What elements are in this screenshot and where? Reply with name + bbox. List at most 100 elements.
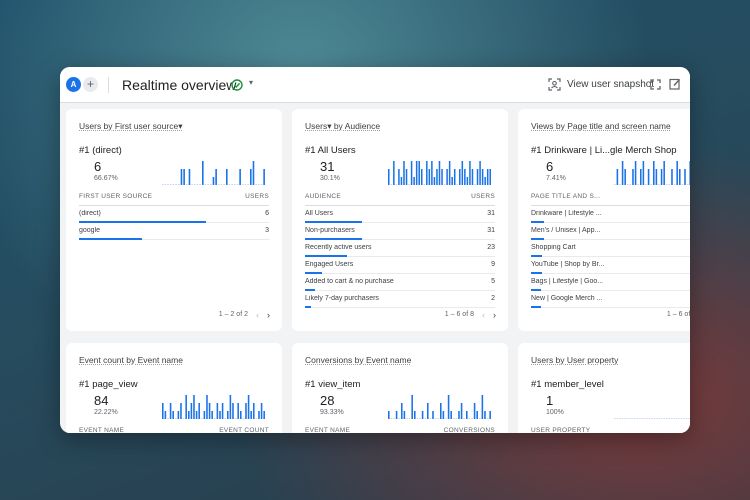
row-label: Engaged Users [305, 261, 354, 268]
sparkline-bar [229, 395, 232, 419]
sparkline-bar [680, 418, 683, 419]
column-header-metric[interactable]: USERS [471, 193, 495, 200]
chevron-down-icon[interactable]: ▾ [249, 78, 253, 87]
sparkline-bar [685, 418, 688, 419]
table-row[interactable]: Bags | Lifestyle | Goo...4 [531, 274, 690, 291]
sparkline-bar [239, 169, 241, 185]
check-circle-icon[interactable] [231, 79, 243, 91]
card-title[interactable]: Users by First user source▾ [79, 121, 182, 132]
chevron-left-icon[interactable]: ‹ [256, 310, 259, 320]
sparkline-bar [619, 184, 621, 185]
sparkline-bar [471, 418, 473, 419]
sparkline-bar [476, 411, 478, 419]
sparkline-bar [236, 184, 239, 185]
sparkline-bar [461, 161, 464, 185]
table-row[interactable]: Engaged Users 9 [305, 257, 495, 274]
sparkline-bar [681, 184, 684, 185]
sparkline-bar [618, 418, 621, 419]
sparkline-bar [247, 395, 250, 419]
sparkline-bar [473, 403, 476, 419]
avatar[interactable]: A [66, 77, 81, 92]
sparkline-bar [255, 184, 257, 185]
fullscreen-icon[interactable] [650, 79, 661, 90]
table-row[interactable]: YouTube | Shop by Br...5 [531, 257, 690, 274]
sparkline-bar [250, 169, 252, 185]
sparkline-bar [414, 411, 416, 419]
sparkline-bar [484, 177, 486, 185]
top-item-percent: 30.1% [320, 175, 340, 182]
sparkline-bar [445, 418, 447, 419]
chevron-right-icon[interactable]: › [493, 310, 496, 320]
table-row[interactable]: Non-purchasers 31 [305, 223, 495, 240]
table-row[interactable]: Recently active users 23 [305, 240, 495, 257]
edit-icon[interactable] [669, 78, 681, 90]
sparkline-bar [614, 184, 616, 185]
view-user-snapshot-button[interactable]: View user snapshot [567, 79, 654, 90]
table-row[interactable]: Likely 7-day purchasers 2 [305, 291, 495, 308]
card-title[interactable]: Event count by Event name [79, 355, 183, 365]
card-title[interactable]: Views by Page title and screen name [531, 121, 671, 131]
sparkline-bar [456, 184, 459, 185]
table-row[interactable]: Added to cart & no purchase 5 [305, 274, 495, 291]
sparkline-bar [253, 403, 255, 419]
column-header-dimension[interactable]: PAGE TITLE AND S... [531, 193, 600, 200]
sparkline-bar [250, 411, 252, 419]
table-row[interactable]: Shopping Cart5 [531, 240, 690, 257]
user-snapshot-icon[interactable] [548, 78, 561, 91]
column-header-metric[interactable]: CONVERSIONS [444, 427, 495, 433]
sparkline-bar [162, 403, 164, 419]
sparkline-bar [616, 418, 618, 419]
row-value: 9 [491, 261, 495, 268]
column-header-dimension[interactable]: EVENT NAME [79, 427, 124, 433]
sparkline-bar [629, 184, 632, 185]
sparkline-bar [621, 418, 623, 419]
chevron-left-icon[interactable]: ‹ [482, 310, 485, 320]
sparkline-bar [433, 177, 436, 185]
table-header: FIRST USER SOURCE USERS [79, 193, 269, 205]
sparkline-bar [645, 184, 647, 185]
row-share-bar [531, 306, 541, 308]
table-header: PAGE TITLE AND S...VIEWS [531, 193, 690, 205]
table-row[interactable]: (direct) 6 [79, 206, 269, 223]
column-header-dimension[interactable]: EVENT NAME [305, 427, 350, 433]
add-comparison-button[interactable]: + [83, 77, 98, 92]
sparkline-bar [220, 184, 223, 185]
sparkline-bar [670, 418, 673, 419]
sparkline-bar [177, 411, 180, 419]
sparkline-bar [231, 184, 233, 185]
card-title[interactable]: Users▾ by Audience [305, 121, 380, 132]
table-header: USER PROPERTYUSERS [531, 427, 690, 433]
sparkline-bar [676, 161, 678, 185]
sparkline-bar [628, 418, 631, 419]
table-row[interactable]: New | Google Merch ...4 [531, 291, 690, 308]
card-title[interactable]: Users by User property [531, 355, 618, 365]
column-header-dimension[interactable]: FIRST USER SOURCE [79, 193, 152, 200]
row-label: google [79, 227, 101, 234]
sparkline-bar [180, 403, 182, 419]
table-row[interactable]: Drinkware | Lifestyle ...6 [531, 206, 690, 223]
sparkline-bar [223, 184, 225, 185]
sparkline-bar [450, 411, 452, 419]
card-title[interactable]: Conversions by Event name [305, 355, 411, 365]
table-row[interactable]: Men's / Unisex | App...6 [531, 223, 690, 240]
column-header-metric[interactable]: USERS [245, 193, 269, 200]
column-header-dimension[interactable]: AUDIENCE [305, 193, 341, 200]
table-row[interactable]: google 3 [79, 223, 269, 240]
table-row[interactable]: All Users 31 [305, 206, 495, 223]
sparkline-bar [408, 184, 410, 185]
column-header-metric[interactable]: EVENT COUNT [219, 427, 269, 433]
table-header: EVENT NAME EVENT COUNT [79, 427, 269, 433]
sparkline-bar [185, 395, 187, 419]
sparkline-bar [416, 418, 419, 419]
column-header-dimension[interactable]: USER PROPERTY [531, 427, 590, 433]
chevron-right-icon[interactable]: › [267, 310, 270, 320]
sparkline-bar [626, 418, 628, 419]
sparkline-bar [175, 418, 177, 419]
sparkline-bar [182, 418, 185, 419]
top-bar: A + Realtime overview ▾ View user snapsh… [60, 67, 690, 103]
sparkline-bar [420, 169, 423, 185]
top-item-value: 6 [546, 159, 554, 174]
sparkline-bar [666, 418, 668, 419]
sparkline-bar [447, 395, 450, 419]
sparkline-bar [419, 418, 421, 419]
